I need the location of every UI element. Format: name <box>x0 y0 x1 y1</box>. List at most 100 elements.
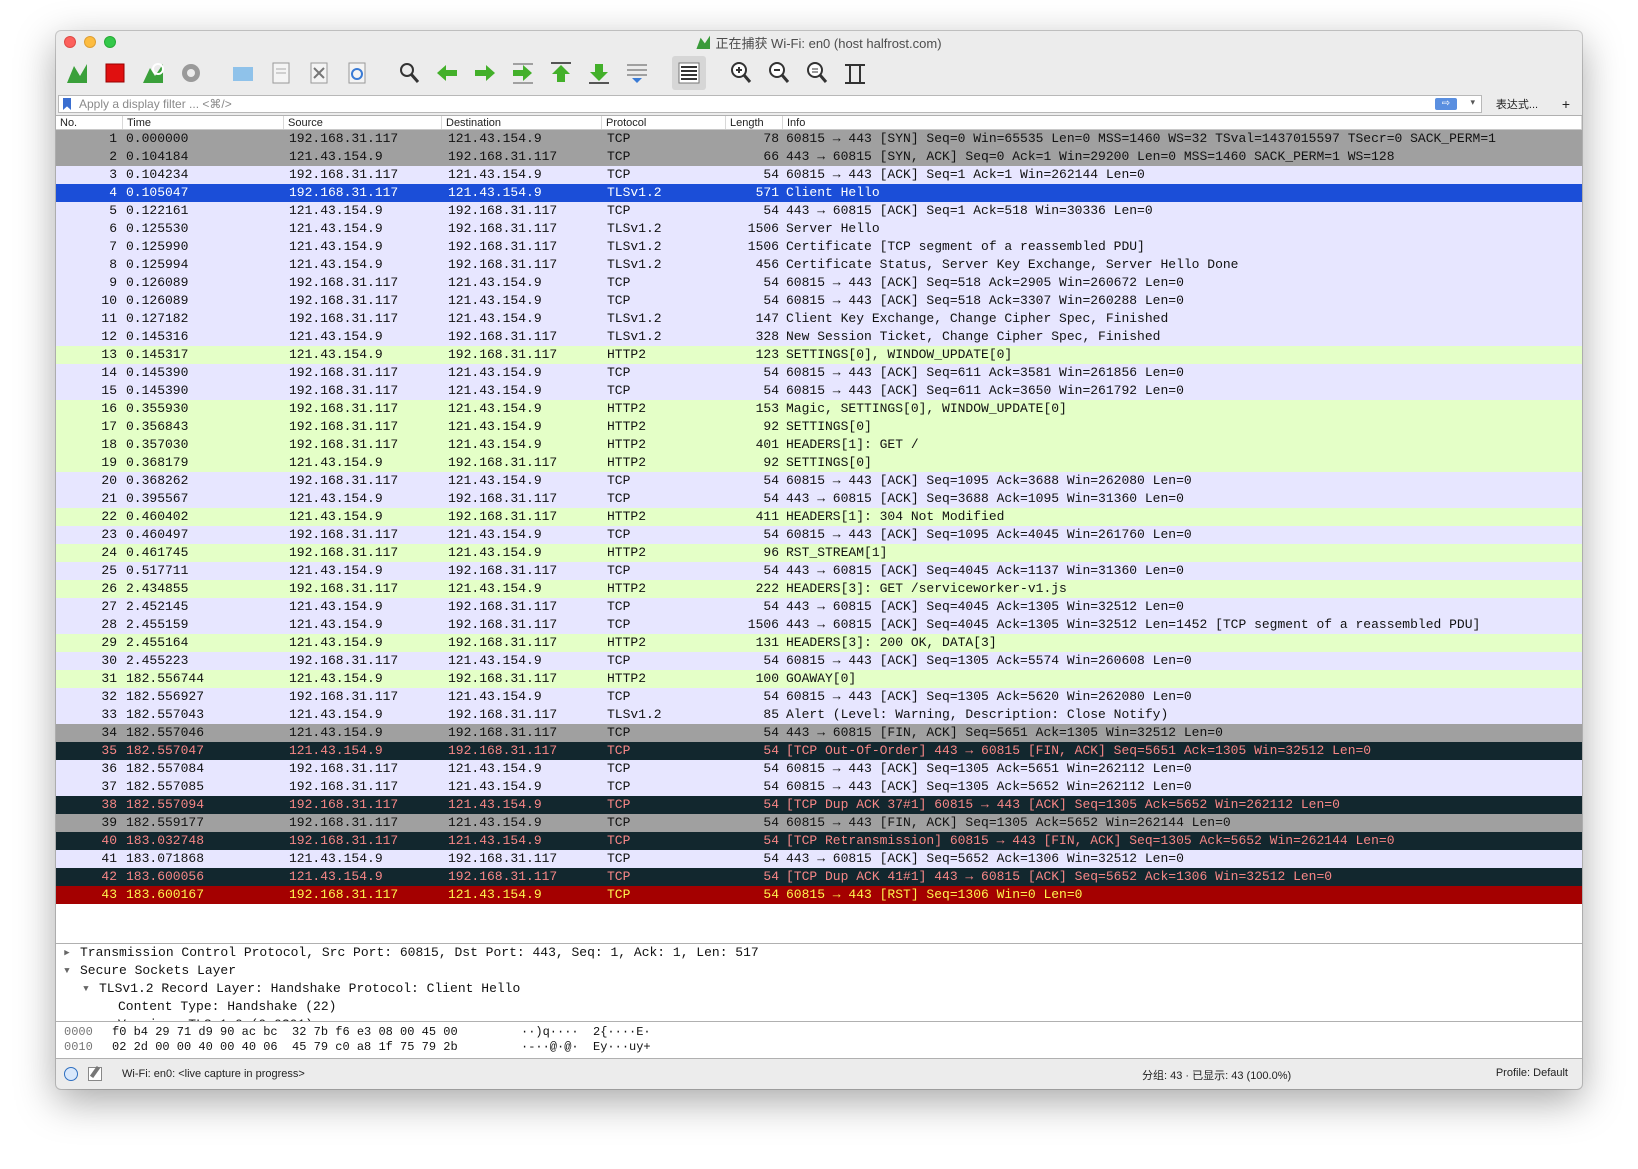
zoom-normal-icon[interactable] <box>800 56 834 90</box>
packet-length: 54 <box>763 653 779 668</box>
filter-history-dropdown-icon[interactable]: ▾ <box>1470 97 1475 108</box>
packet-row[interactable]: 16 0.355930 192.168.31.117 121.43.154.9 HTTP… <box>56 400 1582 418</box>
packet-row[interactable]: 13 0.145317 121.43.154.9 192.168.31.117 HTTP… <box>56 346 1582 364</box>
packet-list[interactable]: No. Time Source Destination Protocol Len… <box>56 115 1582 944</box>
start-capture-icon[interactable] <box>60 56 94 90</box>
go-to-packet-icon[interactable] <box>506 56 540 90</box>
minimize-window-button[interactable] <box>84 36 96 48</box>
open-file-icon[interactable] <box>226 56 260 90</box>
go-forward-icon[interactable] <box>468 56 502 90</box>
column-header-protocol[interactable]: Protocol <box>602 116 726 129</box>
packet-row[interactable]: 38 182.557094 192.168.31.117 121.43.154.9 TC… <box>56 796 1582 814</box>
packet-length: 571 <box>755 185 779 200</box>
packet-row[interactable]: 11 0.127182 192.168.31.117 121.43.154.9 TLSv… <box>56 310 1582 328</box>
packet-row[interactable]: 31 182.556744 121.43.154.9 192.168.31.117 HT… <box>56 670 1582 688</box>
packet-row[interactable]: 36 182.557084 192.168.31.117 121.43.154.9 TC… <box>56 760 1582 778</box>
packet-row[interactable]: 3 0.104234 192.168.31.117 121.43.154.9 TCP 54… <box>56 166 1582 184</box>
packet-bytes-pane[interactable]: 0000 f0 b4 29 71 d9 90 ac bc 32 7b f6 e3 … <box>56 1022 1582 1059</box>
packet-time: 0.104184 <box>126 149 189 164</box>
detail-tree-item[interactable]: ▼ Secure Sockets Layer <box>56 962 1582 980</box>
packet-time: 0.126089 <box>126 275 189 290</box>
profile-selector[interactable]: Profile: Default <box>1496 1067 1568 1079</box>
packet-row[interactable]: 29 2.455164 121.43.154.9 192.168.31.117 HTTP… <box>56 634 1582 652</box>
packet-row[interactable]: 27 2.452145 121.43.154.9 192.168.31.117 TCP 5… <box>56 598 1582 616</box>
packet-row[interactable]: 26 2.434855 192.168.31.117 121.43.154.9 HTTP… <box>56 580 1582 598</box>
colorize-icon[interactable] <box>672 56 706 90</box>
packet-row[interactable]: 19 0.368179 121.43.154.9 192.168.31.117 HTTP… <box>56 454 1582 472</box>
zoom-in-icon[interactable] <box>724 56 758 90</box>
column-header-source[interactable]: Source <box>284 116 442 129</box>
capture-comment-icon[interactable] <box>88 1067 102 1081</box>
packet-row[interactable]: 17 0.356843 192.168.31.117 121.43.154.9 HTTP… <box>56 418 1582 436</box>
packet-row[interactable]: 18 0.357030 192.168.31.117 121.43.154.9 HTTP… <box>56 436 1582 454</box>
packet-row[interactable]: 42 183.600056 121.43.154.9 192.168.31.117 TC… <box>56 868 1582 886</box>
packet-row[interactable]: 8 0.125994 121.43.154.9 192.168.31.117 TLSv1… <box>56 256 1582 274</box>
close-file-icon[interactable] <box>302 56 336 90</box>
packet-row[interactable]: 21 0.395567 121.43.154.9 192.168.31.117 TCP 5… <box>56 490 1582 508</box>
reload-file-icon[interactable] <box>340 56 374 90</box>
expanded-arrow-icon[interactable]: ▼ <box>62 962 72 980</box>
packet-no: 34 <box>101 725 117 740</box>
packet-row[interactable]: 10 0.126089 192.168.31.117 121.43.154.9 TCP 5… <box>56 292 1582 310</box>
packet-row[interactable]: 25 0.517711 121.43.154.9 192.168.31.117 TCP 5… <box>56 562 1582 580</box>
expression-button[interactable]: 表达式... <box>1482 96 1552 112</box>
packet-row[interactable]: 9 0.126089 192.168.31.117 121.43.154.9 TCP 54… <box>56 274 1582 292</box>
packet-row[interactable]: 33 182.557043 121.43.154.9 192.168.31.117 TL… <box>56 706 1582 724</box>
detail-tree-item[interactable]: Content Type: Handshake (22) <box>56 998 1582 1016</box>
packet-row[interactable]: 20 0.368262 192.168.31.117 121.43.154.9 TCP 5… <box>56 472 1582 490</box>
column-header-time[interactable]: Time <box>123 116 284 129</box>
column-header-no[interactable]: No. <box>56 116 123 129</box>
stop-capture-icon[interactable] <box>98 56 132 90</box>
packet-row[interactable]: 1 0.000000 192.168.31.117 121.43.154.9 TCP 78… <box>56 130 1582 148</box>
restart-capture-icon[interactable] <box>136 56 170 90</box>
go-back-icon[interactable] <box>430 56 464 90</box>
packet-row[interactable]: 5 0.122161 121.43.154.9 192.168.31.117 TCP 54… <box>56 202 1582 220</box>
first-packet-icon[interactable] <box>544 56 578 90</box>
filter-bookmark-icon[interactable] <box>63 98 71 110</box>
packet-details-pane[interactable]: ▶ Transmission Control Protocol, Src Port… <box>56 944 1582 1022</box>
packet-row[interactable]: 23 0.460497 192.168.31.117 121.43.154.9 TCP 5… <box>56 526 1582 544</box>
autoscroll-icon[interactable] <box>620 56 654 90</box>
packet-row[interactable]: 4 0.105047 192.168.31.117 121.43.154.9 TLSv1… <box>56 184 1582 202</box>
packet-row[interactable]: 40 183.032748 192.168.31.117 121.43.154.9 TC… <box>56 832 1582 850</box>
packet-row[interactable]: 14 0.145390 192.168.31.117 121.43.154.9 TCP 5… <box>56 364 1582 382</box>
packet-row[interactable]: 34 182.557046 121.43.154.9 192.168.31.117 TC… <box>56 724 1582 742</box>
zoom-out-icon[interactable] <box>762 56 796 90</box>
packet-row[interactable]: 37 182.557085 192.168.31.117 121.43.154.9 TC… <box>56 778 1582 796</box>
collapsed-arrow-icon[interactable]: ▶ <box>62 944 72 962</box>
detail-tree-item[interactable]: ▶ Transmission Control Protocol, Src Port… <box>56 944 1582 962</box>
packet-row[interactable]: 28 2.455159 121.43.154.9 192.168.31.117 TCP 1… <box>56 616 1582 634</box>
packet-destination: 121.43.154.9 <box>448 311 542 326</box>
packet-row[interactable]: 15 0.145390 192.168.31.117 121.43.154.9 TCP 5… <box>56 382 1582 400</box>
packet-row[interactable]: 7 0.125990 121.43.154.9 192.168.31.117 TLSv1… <box>56 238 1582 256</box>
apply-filter-button[interactable]: ⇨ <box>1435 98 1457 110</box>
packet-row[interactable]: 41 183.071868 121.43.154.9 192.168.31.117 TC… <box>56 850 1582 868</box>
packet-row[interactable]: 6 0.125530 121.43.154.9 192.168.31.117 TLSv1… <box>56 220 1582 238</box>
packet-row[interactable]: 2 0.104184 121.43.154.9 192.168.31.117 TCP 66… <box>56 148 1582 166</box>
expanded-arrow-icon[interactable]: ▼ <box>81 980 91 998</box>
packet-row[interactable]: 43 183.600167 192.168.31.117 121.43.154.9 TC… <box>56 886 1582 904</box>
packet-row[interactable]: 12 0.145316 121.43.154.9 192.168.31.117 TLSv… <box>56 328 1582 346</box>
close-window-button[interactable] <box>64 36 76 48</box>
save-file-icon[interactable] <box>264 56 298 90</box>
packet-info: 60815 → 443 [ACK] Seq=1305 Ack=5652 Win=… <box>786 779 1192 794</box>
packet-row[interactable]: 30 2.455223 192.168.31.117 121.43.154.9 TCP 5… <box>56 652 1582 670</box>
column-header-length[interactable]: Length <box>726 116 783 129</box>
packet-row[interactable]: 24 0.461745 192.168.31.117 121.43.154.9 HTTP… <box>56 544 1582 562</box>
detail-tree-item[interactable]: ▼ TLSv1.2 Record Layer: Handshake Protoco… <box>56 980 1582 998</box>
zoom-window-button[interactable] <box>104 36 116 48</box>
add-filter-button[interactable]: + <box>1552 96 1580 112</box>
find-packet-icon[interactable] <box>392 56 426 90</box>
expert-info-icon[interactable] <box>64 1067 78 1081</box>
packet-row[interactable]: 39 182.559177 192.168.31.117 121.43.154.9 TC… <box>56 814 1582 832</box>
packet-row[interactable]: 35 182.557047 121.43.154.9 192.168.31.117 TC… <box>56 742 1582 760</box>
capture-options-icon[interactable] <box>174 56 208 90</box>
column-header-destination[interactable]: Destination <box>442 116 602 129</box>
resize-columns-icon[interactable] <box>838 56 872 90</box>
last-packet-icon[interactable] <box>582 56 616 90</box>
packet-protocol: TLSv1.2 <box>607 311 662 326</box>
display-filter-input[interactable]: Apply a display filter ... <⌘/> ⇨ ▾ <box>58 95 1482 113</box>
column-header-info[interactable]: Info <box>783 116 1582 129</box>
packet-row[interactable]: 22 0.460402 121.43.154.9 192.168.31.117 HTTP… <box>56 508 1582 526</box>
packet-row[interactable]: 32 182.556927 192.168.31.117 121.43.154.9 TC… <box>56 688 1582 706</box>
